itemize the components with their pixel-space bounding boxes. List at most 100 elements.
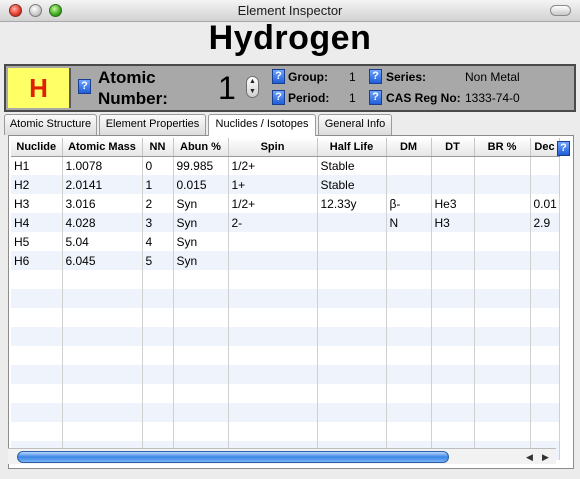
table-row[interactable] bbox=[11, 384, 560, 403]
column-header-nn[interactable]: NN bbox=[142, 138, 174, 157]
table-cell bbox=[317, 308, 387, 327]
table-cell: 2.0141 bbox=[62, 175, 143, 194]
table-cell bbox=[173, 270, 229, 289]
table-cell: 1.0078 bbox=[62, 156, 143, 175]
table-cell: 0.015 bbox=[173, 175, 229, 194]
table-row[interactable]: H3 3.016 2 Syn 1/2+ 12.33y β- He3 0.01 bbox=[11, 194, 560, 213]
table-row[interactable] bbox=[11, 365, 560, 384]
table-cell: 4.028 bbox=[62, 213, 143, 232]
table-cell bbox=[431, 422, 475, 441]
tab-atomic-structure[interactable]: Atomic Structure bbox=[4, 114, 97, 135]
table-cell bbox=[530, 289, 560, 308]
table-row[interactable] bbox=[11, 308, 560, 327]
atomic-number-help-icon[interactable]: ? bbox=[78, 79, 91, 94]
table-cell: He3 bbox=[431, 194, 475, 213]
table-row[interactable]: H5 5.04 4 Syn bbox=[11, 232, 560, 251]
stepper-down-icon[interactable]: ▼ bbox=[247, 87, 258, 97]
table-cell: 2 bbox=[142, 194, 174, 213]
tab-nuclides-isotopes[interactable]: Nuclides / Isotopes bbox=[208, 114, 316, 136]
table-cell bbox=[474, 270, 531, 289]
period-help-icon[interactable]: ? bbox=[272, 90, 285, 105]
table-cell: N bbox=[386, 213, 432, 232]
table-cell: Stable bbox=[317, 175, 387, 194]
period-label: Period: bbox=[288, 91, 330, 105]
table-cell bbox=[530, 270, 560, 289]
table-cell: H6 bbox=[11, 251, 63, 270]
table-row[interactable]: H2 2.0141 1 0.015 1+ Stable bbox=[11, 175, 560, 194]
horizontal-scrollbar[interactable]: ◀ ▶ bbox=[8, 448, 556, 464]
column-header-atomic-mass[interactable]: Atomic Mass bbox=[62, 138, 143, 157]
table-cell bbox=[173, 422, 229, 441]
atomic-number-stepper[interactable]: ▲ ▼ bbox=[246, 76, 259, 98]
table-cell: Syn bbox=[173, 251, 229, 270]
group-help-icon[interactable]: ? bbox=[272, 69, 285, 84]
table-row[interactable] bbox=[11, 346, 560, 365]
scroll-left-icon[interactable]: ◀ bbox=[524, 451, 535, 463]
scroll-right-icon[interactable]: ▶ bbox=[540, 451, 551, 463]
table-cell bbox=[62, 384, 143, 403]
column-header-nuclide[interactable]: Nuclide bbox=[11, 138, 63, 157]
table-row[interactable] bbox=[11, 270, 560, 289]
table-row[interactable] bbox=[11, 403, 560, 422]
table-row[interactable]: H1 1.0078 0 99.985 1/2+ Stable bbox=[11, 156, 560, 175]
cas-help-icon[interactable]: ? bbox=[369, 90, 382, 105]
table-row[interactable]: H4 4.028 3 Syn 2- N H3 2.9 bbox=[11, 213, 560, 232]
series-value: Non Metal bbox=[465, 70, 520, 84]
table-help-icon[interactable]: ? bbox=[557, 141, 570, 156]
table-cell bbox=[530, 346, 560, 365]
column-header-br[interactable]: BR % bbox=[474, 138, 531, 157]
table-cell: Syn bbox=[173, 232, 229, 251]
series-label: Series: bbox=[386, 70, 427, 84]
table-cell bbox=[173, 327, 229, 346]
tab-element-properties[interactable]: Element Properties bbox=[99, 114, 206, 135]
table-cell bbox=[474, 251, 531, 270]
table-cell bbox=[386, 327, 432, 346]
cas-value: 1333-74-0 bbox=[465, 91, 520, 105]
table-cell bbox=[386, 175, 432, 194]
table-cell bbox=[317, 327, 387, 346]
column-header-abundance[interactable]: Abun % bbox=[173, 138, 229, 157]
table-cell bbox=[530, 422, 560, 441]
table-cell: H1 bbox=[11, 156, 63, 175]
table-cell bbox=[530, 156, 560, 175]
table-cell: 6.045 bbox=[62, 251, 143, 270]
table-row[interactable]: H6 6.045 5 Syn bbox=[11, 251, 560, 270]
table-cell bbox=[173, 346, 229, 365]
atomic-number-value: 1 bbox=[218, 70, 236, 106]
table-cell bbox=[431, 346, 475, 365]
toolbar-toggle-button[interactable] bbox=[550, 5, 571, 16]
table-cell bbox=[173, 365, 229, 384]
table-cell: 3 bbox=[142, 213, 174, 232]
table-row[interactable] bbox=[11, 327, 560, 346]
table-cell bbox=[62, 289, 143, 308]
table-cell bbox=[431, 308, 475, 327]
horizontal-scroll-thumb[interactable] bbox=[17, 451, 449, 463]
table-cell: 99.985 bbox=[173, 156, 229, 175]
column-header-dm[interactable]: DM bbox=[386, 138, 432, 157]
table-cell bbox=[474, 365, 531, 384]
series-help-icon[interactable]: ? bbox=[369, 69, 382, 84]
column-header-dec[interactable]: Dec bbox=[530, 138, 560, 157]
table-cell: 1/2+ bbox=[228, 156, 318, 175]
table-cell: 2.9 bbox=[530, 213, 560, 232]
table-cell bbox=[142, 346, 174, 365]
table-cell bbox=[386, 289, 432, 308]
table-row[interactable] bbox=[11, 289, 560, 308]
table-cell bbox=[11, 308, 63, 327]
table-cell bbox=[142, 384, 174, 403]
table-cell bbox=[386, 384, 432, 403]
stepper-up-icon[interactable]: ▲ bbox=[247, 77, 258, 87]
table-cell: H4 bbox=[11, 213, 63, 232]
column-header-spin[interactable]: Spin bbox=[228, 138, 318, 157]
table-cell bbox=[474, 422, 531, 441]
table-cell bbox=[11, 346, 63, 365]
tab-general-info[interactable]: General Info bbox=[318, 114, 392, 135]
table-cell: 5.04 bbox=[62, 232, 143, 251]
column-header-half-life[interactable]: Half Life bbox=[317, 138, 387, 157]
cas-label: CAS Reg No: bbox=[386, 91, 461, 105]
table-row[interactable] bbox=[11, 422, 560, 441]
column-header-dt[interactable]: DT bbox=[431, 138, 475, 157]
table-cell bbox=[11, 289, 63, 308]
table-cell bbox=[317, 346, 387, 365]
table-cell bbox=[474, 346, 531, 365]
